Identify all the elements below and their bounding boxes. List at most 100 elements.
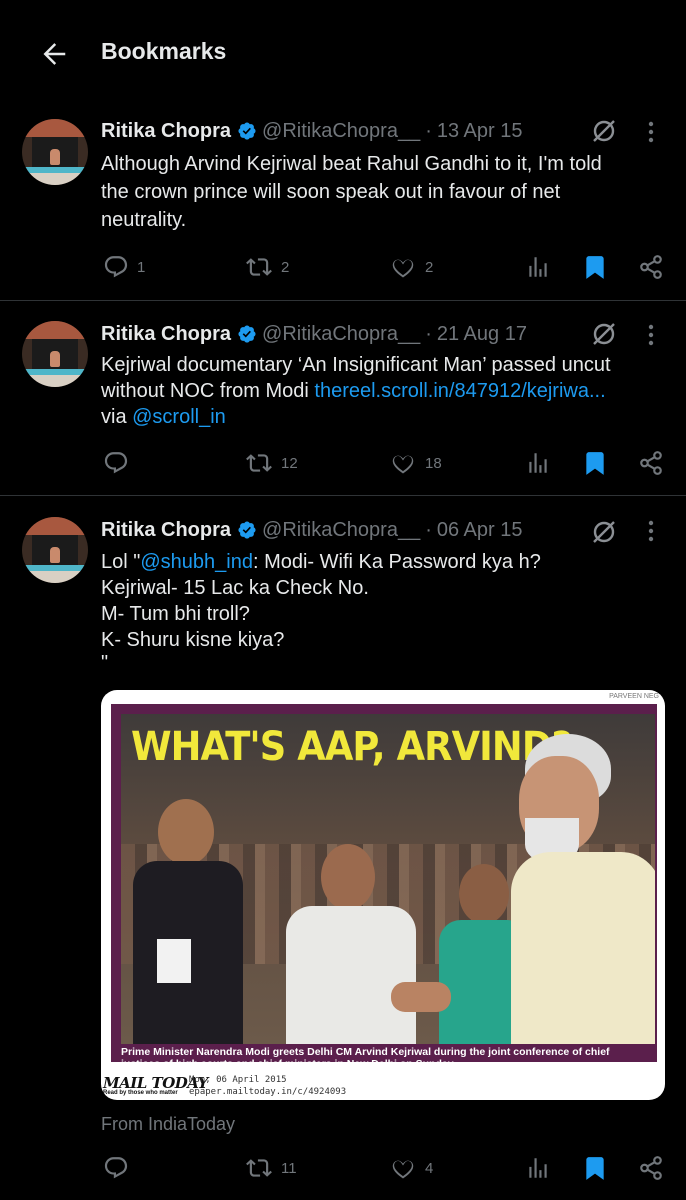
share-icon: [640, 255, 662, 279]
newspaper-date: Mon, 06 April 2015: [189, 1075, 287, 1085]
newspaper-tagline: Read by those who matter: [103, 1090, 178, 1096]
like-icon: [392, 1160, 414, 1179]
author-handle[interactable]: @RitikaChopra__: [262, 323, 420, 346]
like-button[interactable]: 4: [389, 1153, 433, 1183]
separator-dot: ·: [425, 322, 432, 345]
like-count: 4: [425, 1159, 434, 1177]
newspaper-clipping: WHAT'S AAP, ARVIND? Prime Minister Naren…: [111, 704, 657, 1070]
reply-count: 1: [137, 258, 146, 276]
like-count: 2: [425, 258, 434, 276]
share-button[interactable]: [638, 252, 664, 282]
share-button[interactable]: [638, 1153, 664, 1183]
back-button[interactable]: [36, 36, 72, 72]
tweet-text-line: M- Tum bhi troll?: [101, 603, 250, 625]
share-icon: [640, 451, 662, 475]
tweet-text-segment: Lol ": [101, 551, 141, 573]
retweet-icon: [246, 1159, 272, 1177]
tweet-text-segment: without NOC from Modi: [101, 380, 315, 402]
newspaper-footer: MAIL TODAY Read by those who matter Mon,…: [101, 1070, 665, 1100]
tweet-header: Ritika Chopra @RitikaChopra__ · 06 Apr 1…: [101, 517, 522, 543]
reply-icon: [104, 452, 128, 474]
views-button[interactable]: [525, 448, 551, 478]
avatar[interactable]: [22, 119, 88, 185]
photo-credit: PARVEEN NEG: [609, 693, 659, 700]
like-button[interactable]: 18: [389, 448, 442, 478]
tweet-actions: 12 18: [0, 448, 686, 478]
tweet-text-line: the crown prince will soon speak out in …: [101, 181, 561, 203]
page-title: Bookmarks: [101, 38, 227, 64]
bookmark-icon: [586, 256, 604, 279]
tweet-text-segment: : Modi- Wifi Ka Password kya h?: [252, 551, 541, 573]
reply-button[interactable]: [103, 1153, 137, 1183]
grok-icon[interactable]: [591, 519, 617, 545]
views-button[interactable]: [525, 1153, 551, 1183]
tweet-text-line: neutrality.: [101, 209, 187, 231]
header: Bookmarks: [0, 0, 686, 108]
author-name[interactable]: Ritika Chopra: [101, 519, 231, 542]
like-icon: [392, 259, 414, 278]
avatar[interactable]: [22, 321, 88, 387]
tweet-media-image[interactable]: PARVEEN NEG WHAT'S AAP, ARVIND? Prime Mi…: [101, 690, 665, 1100]
tweet-text-line: Although Arvind Kejriwal beat Rahul Gand…: [101, 153, 602, 175]
retweet-button[interactable]: 2: [245, 252, 289, 282]
author-name[interactable]: Ritika Chopra: [101, 120, 231, 143]
reply-icon: [104, 256, 128, 278]
more-icon[interactable]: [640, 518, 662, 544]
bookmark-button[interactable]: [582, 448, 608, 478]
tweet-text-line: without NOC from Modi thereel.scroll.in/…: [101, 378, 661, 404]
tweet-link[interactable]: thereel.scroll.in/847912/kejriwa...: [314, 380, 605, 402]
like-icon: [392, 455, 414, 474]
verified-badge-icon: [238, 521, 256, 539]
back-arrow-icon: [43, 43, 66, 65]
views-icon: [529, 1158, 547, 1178]
tweet-date[interactable]: 06 Apr 15: [437, 519, 523, 542]
more-icon[interactable]: [640, 322, 662, 348]
tweet-actions: 1 2 2: [0, 252, 686, 282]
separator-dot: ·: [425, 518, 432, 541]
author-name[interactable]: Ritika Chopra: [101, 323, 231, 346]
retweet-icon: [246, 454, 272, 472]
tweet-text: Although Arvind Kejriwal beat Rahul Gand…: [101, 150, 661, 234]
tweet-text-line: via @scroll_in: [101, 404, 661, 430]
share-button[interactable]: [638, 448, 664, 478]
share-icon: [640, 1156, 662, 1180]
retweet-count: 11: [281, 1159, 297, 1177]
grok-icon[interactable]: [591, 118, 617, 144]
tweet-text: Lol "@shubh_ind: Modi- Wifi Ka Password …: [101, 549, 661, 673]
more-icon[interactable]: [640, 119, 662, 145]
retweet-icon: [246, 258, 272, 276]
tweet-header: Ritika Chopra @RitikaChopra__ · 21 Aug 1…: [101, 321, 527, 347]
tweet-header: Ritika Chopra @RitikaChopra__ · 13 Apr 1…: [101, 118, 522, 144]
bookmark-button[interactable]: [582, 252, 608, 282]
media-source[interactable]: From IndiaToday: [101, 1114, 235, 1135]
verified-badge-icon: [238, 122, 256, 140]
grok-icon[interactable]: [591, 321, 617, 347]
mention-link[interactable]: @shubh_ind: [140, 551, 253, 573]
separator-dot: ·: [425, 119, 432, 142]
author-handle[interactable]: @RitikaChopra__: [262, 519, 420, 542]
news-caption: Prime Minister Narendra Modi greets Delh…: [121, 1046, 610, 1070]
views-button[interactable]: [525, 252, 551, 282]
bookmark-icon: [586, 1157, 604, 1180]
avatar[interactable]: [22, 517, 88, 583]
reply-button[interactable]: [103, 448, 137, 478]
verified-badge-icon: [238, 325, 256, 343]
author-handle[interactable]: @RitikaChopra__: [262, 120, 420, 143]
tweet-date[interactable]: 21 Aug 17: [437, 323, 527, 346]
tweet-date[interactable]: 13 Apr 15: [437, 120, 523, 143]
like-count: 18: [425, 454, 442, 472]
bookmark-button[interactable]: [582, 1153, 608, 1183]
tweet-actions: 11 4: [0, 1153, 686, 1183]
mention-link[interactable]: @scroll_in: [132, 406, 226, 428]
tweet-text-line: Lol "@shubh_ind: Modi- Wifi Ka Password …: [101, 549, 661, 575]
tweet[interactable]: Ritika Chopra @RitikaChopra__ · 21 Aug 1…: [0, 301, 686, 496]
tweet-text-line: Kejriwal- 15 Lac ka Check No.: [101, 577, 369, 599]
tweet[interactable]: Ritika Chopra @RitikaChopra__ · 13 Apr 1…: [0, 108, 686, 301]
retweet-button[interactable]: 12: [245, 448, 298, 478]
views-icon: [529, 257, 547, 277]
retweet-count: 12: [281, 454, 298, 472]
like-button[interactable]: 2: [389, 252, 433, 282]
reply-button[interactable]: 1: [103, 252, 145, 282]
tweet-text-line: K- Shuru kisne kiya?: [101, 629, 285, 651]
retweet-button[interactable]: 11: [245, 1153, 297, 1183]
